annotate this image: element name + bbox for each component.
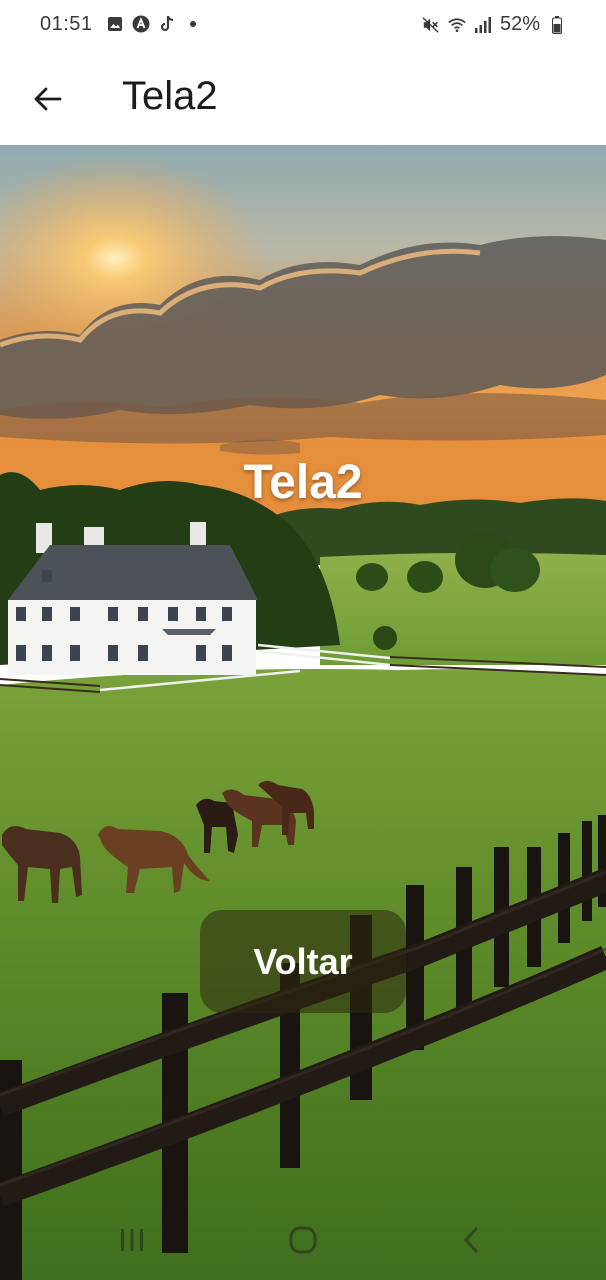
arrow-back-icon xyxy=(34,87,62,111)
battery-icon xyxy=(548,15,566,34)
voltar-button[interactable]: Voltar xyxy=(200,910,406,1013)
app-a-icon xyxy=(132,15,150,33)
background-image xyxy=(0,145,606,1280)
navigation-bar xyxy=(0,1210,606,1280)
tiktok-icon xyxy=(158,15,176,33)
home-icon xyxy=(289,1226,317,1254)
mute-icon xyxy=(422,16,440,34)
notification-icons xyxy=(106,15,202,33)
back-button[interactable] xyxy=(26,78,68,120)
wifi-icon xyxy=(448,16,466,34)
system-icons: 52% xyxy=(422,13,566,36)
recent-apps-icon xyxy=(121,1229,143,1251)
recent-apps-button[interactable] xyxy=(110,1224,154,1256)
content-heading: Tela2 xyxy=(243,456,363,509)
home-button[interactable] xyxy=(281,1224,325,1256)
app-bar: Tela2 xyxy=(0,50,606,145)
dot-icon xyxy=(184,15,202,33)
signal-icon xyxy=(474,16,492,34)
nav-back-button[interactable] xyxy=(450,1224,494,1256)
back-icon xyxy=(463,1227,478,1253)
battery-percentage: 52% xyxy=(499,13,540,35)
status-bar: 01:51 52% xyxy=(0,0,606,50)
page-title: Tela2 xyxy=(122,74,218,118)
status-time: 01:51 xyxy=(40,13,93,35)
gallery-icon xyxy=(106,15,124,33)
